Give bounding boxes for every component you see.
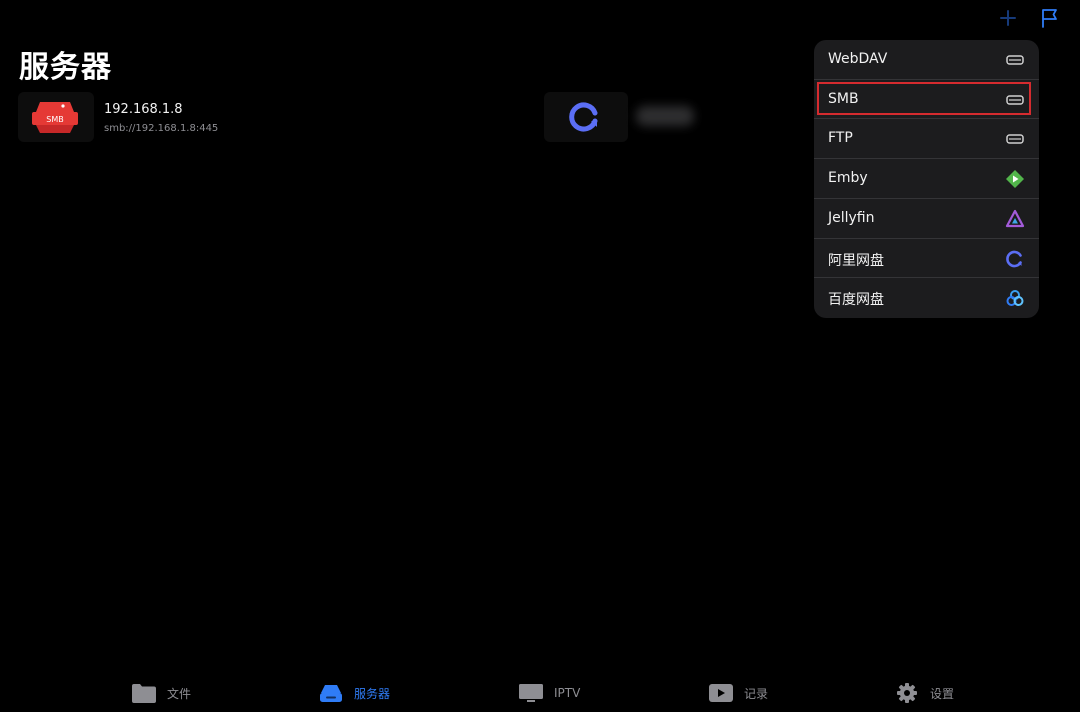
server-name: 192.168.1.8: [104, 102, 183, 117]
menu-item-label: Jellyfin: [828, 209, 875, 226]
menu-item-label: FTP: [828, 130, 853, 147]
play-icon: [709, 684, 733, 702]
tab-settings[interactable]: 设置: [894, 681, 954, 705]
tab-label: 文件: [167, 686, 192, 701]
aliyun-icon: [569, 102, 598, 132]
tab-servers[interactable]: 服务器: [318, 681, 390, 705]
page-title: 服务器: [19, 50, 112, 85]
gear-icon: [897, 683, 917, 703]
tab-history[interactable]: 记录: [708, 681, 768, 705]
drive-icon: [1005, 129, 1025, 149]
baidu-icon: [1005, 288, 1025, 308]
aliyun-icon: [1005, 249, 1025, 269]
menu-item-aliyun[interactable]: 阿里网盘: [814, 239, 1039, 279]
tab-label: IPTV: [554, 686, 581, 700]
tab-label: 服务器: [354, 686, 391, 701]
server-card[interactable]: SMB 192.168.1.8 smb://192.168.1.8:445: [18, 92, 268, 142]
tab-label: 设置: [930, 686, 955, 701]
folder-icon: [132, 684, 156, 703]
blurred-account-name: [636, 106, 694, 126]
menu-item-label: Emby: [828, 170, 868, 187]
smb-badge-label: SMB: [46, 115, 64, 124]
menu-item-webdav[interactable]: WebDAV: [814, 40, 1039, 80]
smb-server-thumbnail: SMB: [18, 92, 94, 142]
server-url: smb://192.168.1.8:445: [104, 123, 219, 134]
tab-label: 记录: [744, 686, 769, 701]
jellyfin-icon: [1005, 209, 1025, 229]
menu-item-label: 阿里网盘: [828, 252, 884, 269]
menu-item-ftp[interactable]: FTP: [814, 119, 1039, 160]
menu-item-label: 百度网盘: [828, 292, 884, 309]
menu-item-jellyfin[interactable]: Jellyfin: [814, 199, 1039, 239]
smb-highlight-box: [817, 82, 1031, 115]
server-icon: [320, 685, 342, 702]
menu-item-emby[interactable]: Emby: [814, 159, 1039, 199]
aliyun-drive-card[interactable]: [544, 92, 628, 142]
flag-icon[interactable]: [1038, 6, 1062, 30]
tv-icon: [519, 684, 543, 702]
menu-item-label: WebDAV: [828, 51, 888, 67]
tab-iptv[interactable]: IPTV: [518, 681, 580, 705]
drive-icon: [1005, 50, 1025, 70]
menu-item-baidu[interactable]: 百度网盘: [814, 278, 1039, 318]
add-icon[interactable]: [996, 6, 1020, 30]
emby-icon: [1005, 169, 1025, 189]
tab-files[interactable]: 文件: [131, 681, 191, 705]
